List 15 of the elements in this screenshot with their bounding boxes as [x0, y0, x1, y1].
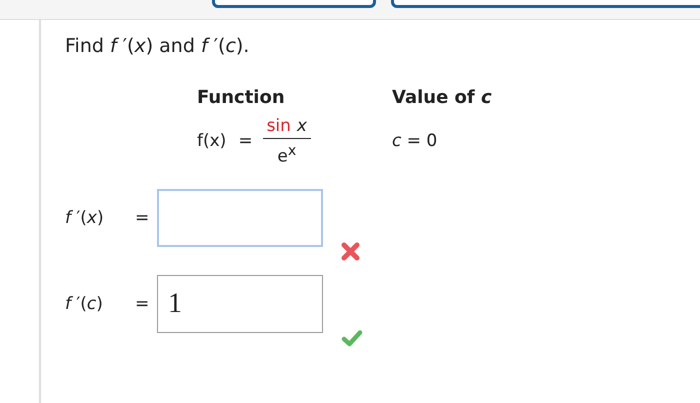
equals-sign: =	[238, 131, 253, 152]
value-text: c = 0	[392, 131, 438, 152]
numerator-function: sin	[266, 116, 291, 136]
column-header: Function	[197, 87, 286, 108]
question-text: Find f ′(x) and f ′(c).	[65, 34, 250, 57]
function-name: f(x)	[197, 131, 226, 152]
numerator-variable: x	[296, 116, 307, 136]
answer-label: f ′(c)	[65, 294, 104, 314]
answer-field[interactable]	[157, 188, 323, 247]
answer-field[interactable]: 1	[157, 274, 323, 333]
equals-sign: =	[135, 208, 150, 228]
denominator-text: e$^{x}$	[277, 142, 296, 167]
column-header: Value of c	[392, 87, 493, 108]
answer-label: f ′(x)	[65, 208, 105, 228]
equals-sign: =	[135, 294, 150, 314]
